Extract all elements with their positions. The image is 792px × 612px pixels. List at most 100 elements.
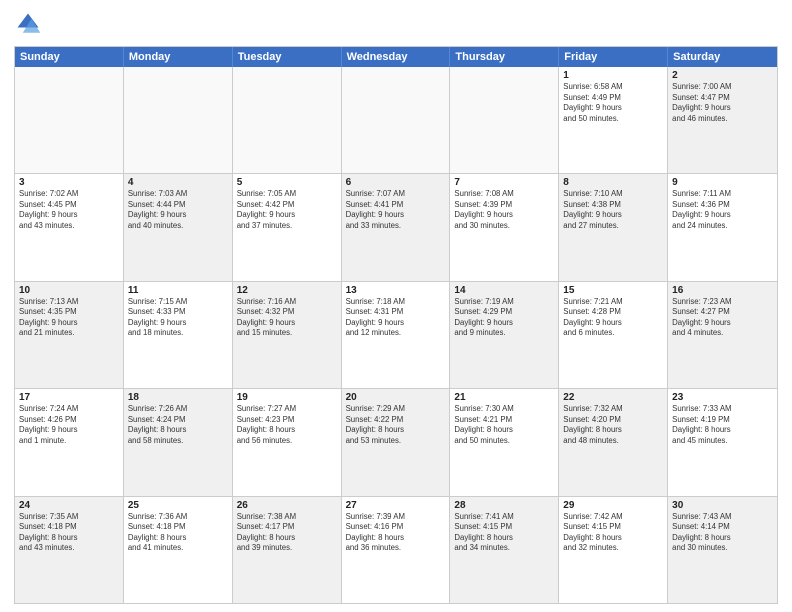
calendar-cell: 26Sunrise: 7:38 AM Sunset: 4:17 PM Dayli… [233, 497, 342, 603]
day-info: Sunrise: 7:15 AM Sunset: 4:33 PM Dayligh… [128, 297, 228, 339]
day-number: 3 [19, 177, 119, 188]
day-info: Sunrise: 7:42 AM Sunset: 4:15 PM Dayligh… [563, 512, 663, 554]
weekday-header: Saturday [668, 47, 777, 67]
calendar-cell: 27Sunrise: 7:39 AM Sunset: 4:16 PM Dayli… [342, 497, 451, 603]
calendar-header: SundayMondayTuesdayWednesdayThursdayFrid… [15, 47, 777, 67]
day-number: 18 [128, 392, 228, 403]
calendar-cell: 2Sunrise: 7:00 AM Sunset: 4:47 PM Daylig… [668, 67, 777, 173]
calendar-cell: 7Sunrise: 7:08 AM Sunset: 4:39 PM Daylig… [450, 174, 559, 280]
day-number: 12 [237, 285, 337, 296]
day-info: Sunrise: 7:41 AM Sunset: 4:15 PM Dayligh… [454, 512, 554, 554]
day-number: 30 [672, 500, 773, 511]
day-number: 11 [128, 285, 228, 296]
day-info: Sunrise: 7:38 AM Sunset: 4:17 PM Dayligh… [237, 512, 337, 554]
calendar-cell: 24Sunrise: 7:35 AM Sunset: 4:18 PM Dayli… [15, 497, 124, 603]
calendar-cell: 17Sunrise: 7:24 AM Sunset: 4:26 PM Dayli… [15, 389, 124, 495]
day-info: Sunrise: 7:36 AM Sunset: 4:18 PM Dayligh… [128, 512, 228, 554]
weekday-header: Friday [559, 47, 668, 67]
logo-icon [14, 10, 42, 38]
day-info: Sunrise: 7:16 AM Sunset: 4:32 PM Dayligh… [237, 297, 337, 339]
day-info: Sunrise: 7:03 AM Sunset: 4:44 PM Dayligh… [128, 189, 228, 231]
day-number: 29 [563, 500, 663, 511]
calendar-cell: 9Sunrise: 7:11 AM Sunset: 4:36 PM Daylig… [668, 174, 777, 280]
day-info: Sunrise: 7:00 AM Sunset: 4:47 PM Dayligh… [672, 82, 773, 124]
day-number: 4 [128, 177, 228, 188]
calendar-cell: 11Sunrise: 7:15 AM Sunset: 4:33 PM Dayli… [124, 282, 233, 388]
day-info: Sunrise: 7:30 AM Sunset: 4:21 PM Dayligh… [454, 404, 554, 446]
calendar-cell: 1Sunrise: 6:58 AM Sunset: 4:49 PM Daylig… [559, 67, 668, 173]
calendar-cell: 15Sunrise: 7:21 AM Sunset: 4:28 PM Dayli… [559, 282, 668, 388]
calendar: SundayMondayTuesdayWednesdayThursdayFrid… [14, 46, 778, 604]
calendar-cell: 6Sunrise: 7:07 AM Sunset: 4:41 PM Daylig… [342, 174, 451, 280]
day-number: 16 [672, 285, 773, 296]
calendar-cell: 28Sunrise: 7:41 AM Sunset: 4:15 PM Dayli… [450, 497, 559, 603]
day-number: 9 [672, 177, 773, 188]
calendar-cell: 3Sunrise: 7:02 AM Sunset: 4:45 PM Daylig… [15, 174, 124, 280]
calendar-cell: 23Sunrise: 7:33 AM Sunset: 4:19 PM Dayli… [668, 389, 777, 495]
day-info: Sunrise: 7:13 AM Sunset: 4:35 PM Dayligh… [19, 297, 119, 339]
calendar-cell: 21Sunrise: 7:30 AM Sunset: 4:21 PM Dayli… [450, 389, 559, 495]
day-number: 2 [672, 70, 773, 81]
day-info: Sunrise: 7:23 AM Sunset: 4:27 PM Dayligh… [672, 297, 773, 339]
day-info: Sunrise: 7:35 AM Sunset: 4:18 PM Dayligh… [19, 512, 119, 554]
day-info: Sunrise: 7:02 AM Sunset: 4:45 PM Dayligh… [19, 189, 119, 231]
header [14, 10, 778, 38]
day-info: Sunrise: 7:08 AM Sunset: 4:39 PM Dayligh… [454, 189, 554, 231]
calendar-cell: 18Sunrise: 7:26 AM Sunset: 4:24 PM Dayli… [124, 389, 233, 495]
day-info: Sunrise: 7:24 AM Sunset: 4:26 PM Dayligh… [19, 404, 119, 446]
day-info: Sunrise: 7:19 AM Sunset: 4:29 PM Dayligh… [454, 297, 554, 339]
weekday-header: Wednesday [342, 47, 451, 67]
calendar-cell: 30Sunrise: 7:43 AM Sunset: 4:14 PM Dayli… [668, 497, 777, 603]
day-number: 8 [563, 177, 663, 188]
day-info: Sunrise: 7:05 AM Sunset: 4:42 PM Dayligh… [237, 189, 337, 231]
day-number: 20 [346, 392, 446, 403]
calendar-cell: 16Sunrise: 7:23 AM Sunset: 4:27 PM Dayli… [668, 282, 777, 388]
calendar-row: 10Sunrise: 7:13 AM Sunset: 4:35 PM Dayli… [15, 281, 777, 388]
day-number: 26 [237, 500, 337, 511]
calendar-row: 17Sunrise: 7:24 AM Sunset: 4:26 PM Dayli… [15, 388, 777, 495]
day-number: 25 [128, 500, 228, 511]
day-number: 21 [454, 392, 554, 403]
day-number: 19 [237, 392, 337, 403]
day-info: Sunrise: 7:27 AM Sunset: 4:23 PM Dayligh… [237, 404, 337, 446]
day-info: Sunrise: 7:10 AM Sunset: 4:38 PM Dayligh… [563, 189, 663, 231]
calendar-cell [15, 67, 124, 173]
calendar-cell: 29Sunrise: 7:42 AM Sunset: 4:15 PM Dayli… [559, 497, 668, 603]
day-info: Sunrise: 7:26 AM Sunset: 4:24 PM Dayligh… [128, 404, 228, 446]
day-info: Sunrise: 6:58 AM Sunset: 4:49 PM Dayligh… [563, 82, 663, 124]
calendar-cell: 25Sunrise: 7:36 AM Sunset: 4:18 PM Dayli… [124, 497, 233, 603]
calendar-cell [450, 67, 559, 173]
day-info: Sunrise: 7:29 AM Sunset: 4:22 PM Dayligh… [346, 404, 446, 446]
day-info: Sunrise: 7:21 AM Sunset: 4:28 PM Dayligh… [563, 297, 663, 339]
day-number: 28 [454, 500, 554, 511]
calendar-row: 24Sunrise: 7:35 AM Sunset: 4:18 PM Dayli… [15, 496, 777, 603]
calendar-body: 1Sunrise: 6:58 AM Sunset: 4:49 PM Daylig… [15, 67, 777, 603]
calendar-cell [233, 67, 342, 173]
calendar-cell [342, 67, 451, 173]
day-number: 24 [19, 500, 119, 511]
calendar-cell: 8Sunrise: 7:10 AM Sunset: 4:38 PM Daylig… [559, 174, 668, 280]
day-info: Sunrise: 7:11 AM Sunset: 4:36 PM Dayligh… [672, 189, 773, 231]
calendar-cell: 19Sunrise: 7:27 AM Sunset: 4:23 PM Dayli… [233, 389, 342, 495]
calendar-cell: 12Sunrise: 7:16 AM Sunset: 4:32 PM Dayli… [233, 282, 342, 388]
day-info: Sunrise: 7:18 AM Sunset: 4:31 PM Dayligh… [346, 297, 446, 339]
page: SundayMondayTuesdayWednesdayThursdayFrid… [0, 0, 792, 612]
day-number: 6 [346, 177, 446, 188]
day-number: 27 [346, 500, 446, 511]
calendar-cell: 13Sunrise: 7:18 AM Sunset: 4:31 PM Dayli… [342, 282, 451, 388]
day-number: 14 [454, 285, 554, 296]
weekday-header: Sunday [15, 47, 124, 67]
calendar-cell: 5Sunrise: 7:05 AM Sunset: 4:42 PM Daylig… [233, 174, 342, 280]
calendar-cell: 22Sunrise: 7:32 AM Sunset: 4:20 PM Dayli… [559, 389, 668, 495]
day-number: 22 [563, 392, 663, 403]
weekday-header: Tuesday [233, 47, 342, 67]
calendar-cell: 4Sunrise: 7:03 AM Sunset: 4:44 PM Daylig… [124, 174, 233, 280]
day-info: Sunrise: 7:39 AM Sunset: 4:16 PM Dayligh… [346, 512, 446, 554]
weekday-header: Monday [124, 47, 233, 67]
day-number: 13 [346, 285, 446, 296]
day-number: 15 [563, 285, 663, 296]
logo [14, 10, 46, 38]
day-info: Sunrise: 7:32 AM Sunset: 4:20 PM Dayligh… [563, 404, 663, 446]
calendar-cell: 14Sunrise: 7:19 AM Sunset: 4:29 PM Dayli… [450, 282, 559, 388]
day-info: Sunrise: 7:07 AM Sunset: 4:41 PM Dayligh… [346, 189, 446, 231]
